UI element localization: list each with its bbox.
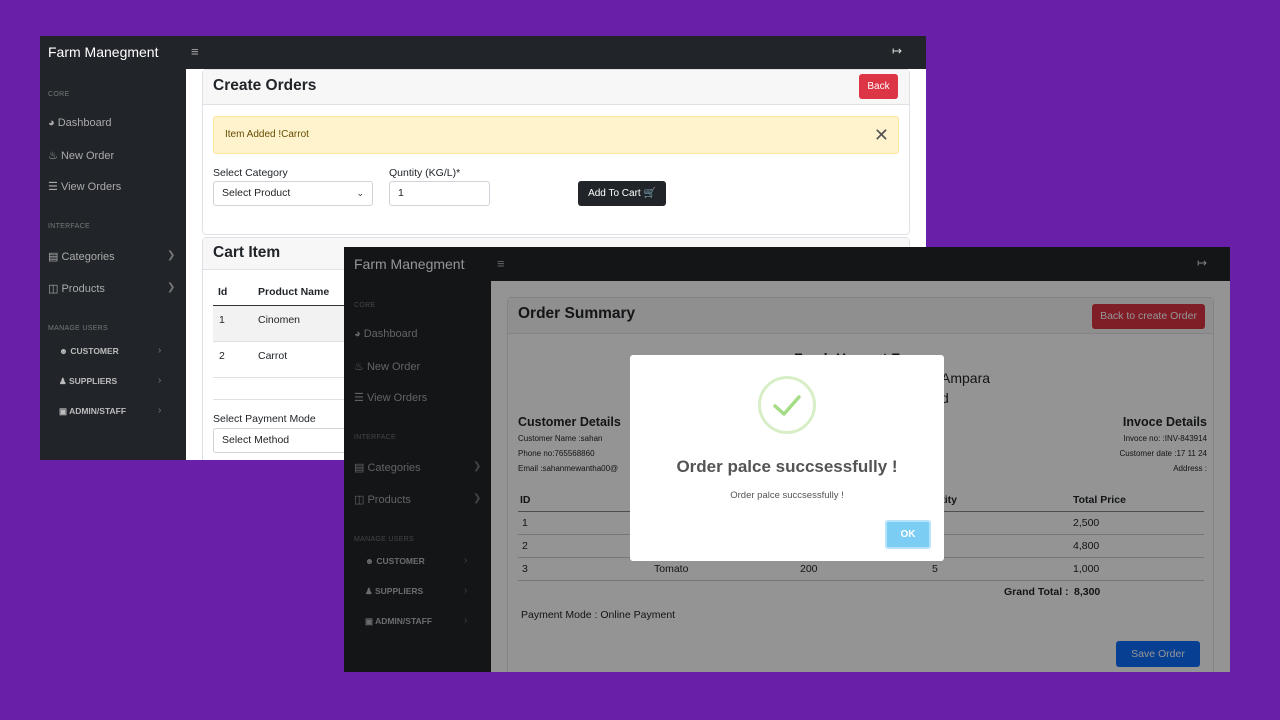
column-header-id: Id <box>218 286 228 298</box>
card-header: Create Orders Back <box>203 70 909 105</box>
ok-button[interactable]: OK <box>885 520 931 549</box>
menu-toggle-icon[interactable]: ≡ <box>191 44 199 59</box>
top-navbar: Farm Manegment ≡ ↦ <box>40 36 926 69</box>
bell-icon: ♨ <box>48 150 58 162</box>
chevron-right-icon: › <box>158 345 162 356</box>
brand-logo[interactable]: Farm Manegment <box>48 44 158 60</box>
sidebar-item-admin-staff[interactable]: ▣ ADMIN/STAFF <box>59 406 126 417</box>
column-header-product-name: Product Name <box>258 286 330 298</box>
page-title: Create Orders <box>213 77 317 94</box>
sidebar-item-customer[interactable]: ☻ CUSTOMER <box>59 346 119 356</box>
quantity-label: Quntity (KG/L)* <box>389 167 461 179</box>
success-modal: Order palce succsessfully ! Order palce … <box>630 355 944 561</box>
user-circle-icon: ☻ <box>59 346 68 356</box>
table-icon: ▤ <box>48 251 59 263</box>
add-to-cart-button[interactable]: Add To Cart 🛒 <box>578 181 666 206</box>
chevron-right-icon: › <box>158 375 162 386</box>
nav-heading-interface: INTERFACE <box>48 223 90 230</box>
modal-title: Order palce succsessfully ! <box>676 457 898 476</box>
sidebar-item-view-orders[interactable]: ☰ View Orders <box>48 180 121 193</box>
chevron-right-icon: ❯ <box>167 282 176 293</box>
chevron-right-icon: › <box>158 405 162 416</box>
alert-item-added: Item Added !Carrot ✕ <box>213 116 899 154</box>
back-button[interactable]: Back <box>859 74 898 99</box>
users-icon: ♟ <box>59 376 67 386</box>
category-select[interactable]: Select Product ⌄ <box>213 181 373 206</box>
chevron-down-icon: ⌄ <box>356 188 364 198</box>
modal-message: Order palce succsessfully ! <box>730 490 844 501</box>
close-icon[interactable]: ✕ <box>874 117 889 153</box>
columns-icon: ◫ <box>48 283 59 295</box>
quantity-input[interactable]: 1 <box>389 181 490 206</box>
success-check-icon <box>758 376 816 434</box>
logout-icon[interactable]: ↦ <box>892 44 902 58</box>
cart-title: Cart Item <box>213 244 281 261</box>
nav-heading-core: CORE <box>48 91 70 98</box>
sidebar-item-new-order[interactable]: ♨ New Order <box>48 149 114 162</box>
sidebar: CORE ◕ Dashboard ♨ New Order ☰ View Orde… <box>40 69 186 460</box>
alert-text: Item Added !Carrot <box>225 129 309 140</box>
nav-heading-manage-users: MANAGE USERS <box>48 325 108 332</box>
payment-mode-label: Select Payment Mode <box>213 413 316 425</box>
sidebar-item-suppliers[interactable]: ♟ SUPPLIERS <box>59 376 117 387</box>
sidebar-item-dashboard[interactable]: ◕ Dashboard <box>48 117 112 129</box>
create-orders-card: Create Orders Back Item Added !Carrot ✕ … <box>202 69 910 235</box>
chevron-right-icon: ❯ <box>167 250 176 261</box>
id-card-icon: ▣ <box>59 406 68 416</box>
sidebar-item-categories[interactable]: ▤ Categories <box>48 250 115 263</box>
cart-icon: 🛒 <box>643 188 656 199</box>
dashboard-icon: ◕ <box>48 117 55 129</box>
list-icon: ☰ <box>48 181 58 193</box>
sidebar-item-products[interactable]: ◫ Products <box>48 282 105 295</box>
category-label: Select Category <box>213 167 288 179</box>
